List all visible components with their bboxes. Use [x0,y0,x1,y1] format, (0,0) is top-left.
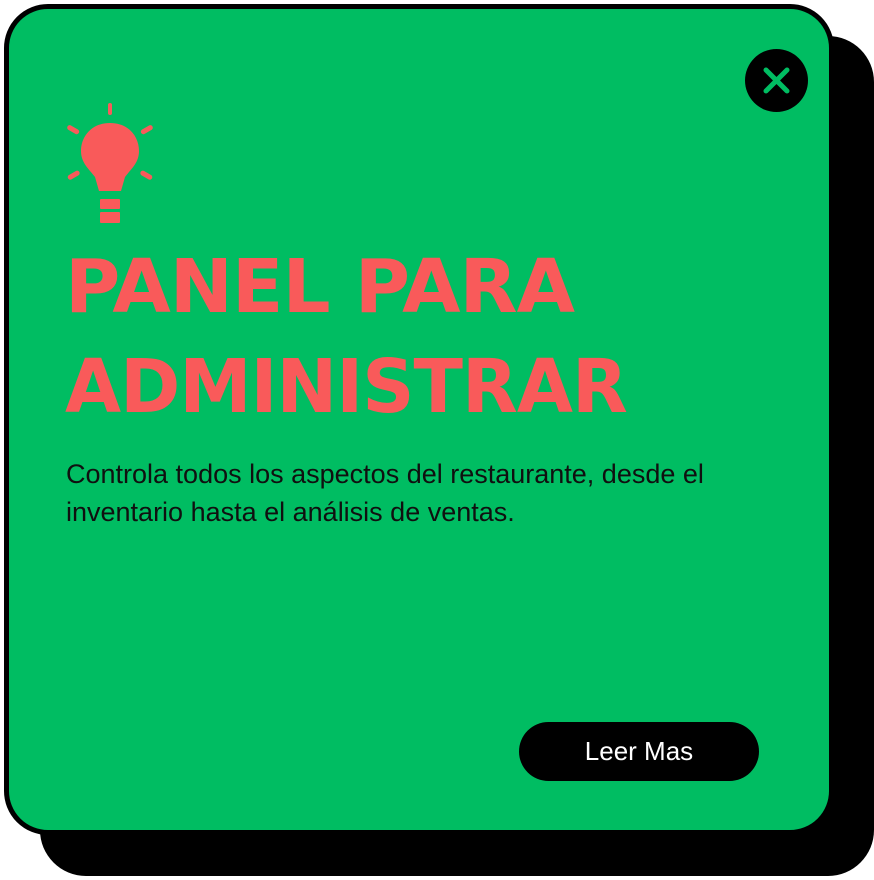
lightbulb-icon [67,103,153,223]
close-icon [763,67,790,94]
title-line-1: PANEL PARA [65,244,575,330]
title-line-2: ADMINISTRAR [65,344,628,430]
popup-card: PANEL PARA ADMINISTRAR Controla todos lo… [4,4,834,835]
description-text: Controla todos los aspectos del restaura… [66,459,704,527]
page-title: PANEL PARA ADMINISTRAR [65,237,638,437]
read-more-button[interactable]: Leer Mas [519,722,759,781]
close-button[interactable] [745,49,808,112]
